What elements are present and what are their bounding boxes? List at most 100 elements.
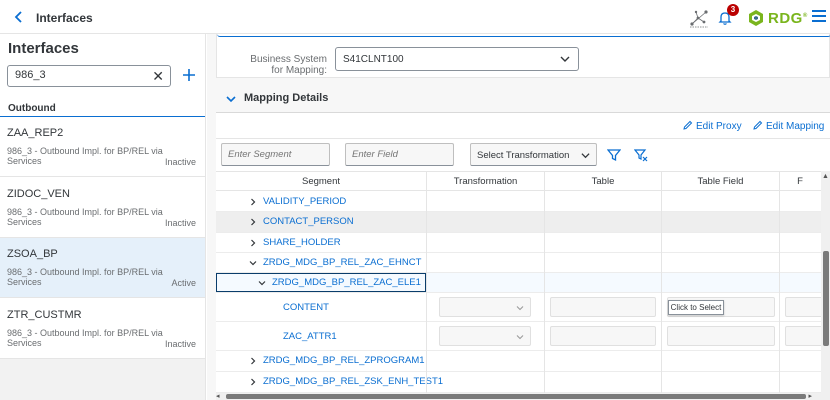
table-row[interactable]: VALIDITY_PERIOD	[216, 192, 830, 212]
segment-label[interactable]: SHARE_HOLDER	[263, 237, 341, 248]
master-list-panel: Interfaces ✕ Outbound ZAA_REP2 986_3 - O…	[0, 34, 206, 400]
scroll-left-icon[interactable]: ◂	[216, 393, 220, 400]
vertical-scroll-thumb[interactable]	[823, 251, 829, 346]
chevron-right-icon[interactable]	[249, 357, 257, 365]
table-row[interactable]: CONTACT_PERSON	[216, 212, 830, 233]
menu-line	[812, 10, 826, 12]
hamburger-menu-button[interactable]	[812, 10, 826, 24]
filter-icon[interactable]	[607, 148, 621, 162]
segment-label[interactable]: ZRDG_MDG_BP_REL_ZAC_ELE1	[272, 277, 421, 288]
segment-label[interactable]: CONTACT_PERSON	[263, 216, 354, 227]
plus-icon	[183, 69, 195, 81]
column-header-table[interactable]: Table	[545, 176, 661, 187]
table-row-selected[interactable]: ZRDG_MDG_BP_REL_ZAC_ELE1	[216, 273, 830, 293]
menu-line	[812, 20, 826, 22]
field-input[interactable]	[785, 297, 825, 317]
chevron-right-icon[interactable]	[249, 239, 257, 247]
transformation-dropdown[interactable]	[439, 297, 531, 317]
chevron-down-icon[interactable]	[249, 259, 257, 267]
section-label-outbound: Outbound	[8, 103, 56, 114]
transformation-select-value: Select Transformation	[477, 150, 570, 161]
notification-badge: 3	[727, 4, 739, 16]
scroll-up-icon[interactable]: ▲	[822, 173, 829, 180]
back-button[interactable]	[12, 9, 26, 25]
transformation-dropdown[interactable]	[439, 326, 531, 346]
mapping-details-title: Mapping Details	[244, 92, 329, 104]
table-input[interactable]	[550, 297, 656, 317]
edit-mapping-label: Edit Mapping	[766, 121, 825, 132]
list-item-name: ZAA_REP2	[7, 127, 64, 139]
segment-filter-field[interactable]	[221, 143, 330, 166]
add-button[interactable]	[181, 65, 197, 85]
column-divider	[426, 171, 427, 393]
chevron-down-icon	[516, 335, 524, 340]
list-item-name: ZTR_CUSTMR	[7, 309, 82, 321]
search-input[interactable]	[15, 69, 145, 81]
list-item[interactable]: ZIDOC_VEN 986_3 - Outbound Impl. for BP/…	[0, 178, 205, 238]
search-field[interactable]: ✕	[7, 65, 171, 87]
list-item-description: 986_3 - Outbound Impl. for BP/REL via Se…	[7, 267, 163, 287]
table-input[interactable]	[550, 326, 656, 346]
logo-text: RDG®	[768, 10, 808, 27]
column-header-table-field[interactable]: Table Field	[662, 176, 779, 187]
horizontal-scrollbar[interactable]: ◂ ▸	[216, 393, 830, 400]
list-item-selected[interactable]: ZSOA_BP 986_3 - Outbound Impl. for BP/RE…	[0, 238, 205, 298]
clear-filter-icon[interactable]	[634, 148, 648, 162]
transformation-select[interactable]: Select Transformation	[470, 143, 597, 166]
business-system-card: Business System for Mapping: S41CLNT100	[216, 34, 830, 78]
horizontal-scroll-thumb[interactable]	[226, 394, 806, 399]
field-label[interactable]: CONTENT	[283, 302, 329, 313]
business-system-label: Business System for Mapping:	[250, 54, 327, 76]
list-item-status: Inactive	[164, 157, 196, 167]
edit-proxy-label: Edit Proxy	[696, 121, 742, 132]
chevron-right-icon[interactable]	[249, 378, 257, 386]
chevron-right-icon[interactable]	[249, 198, 257, 206]
chevron-down-icon	[226, 96, 236, 103]
chevron-down-icon	[560, 56, 570, 62]
card-top-strip	[217, 34, 830, 37]
tooltip: Click to Select	[668, 300, 724, 315]
list-item[interactable]: ZTR_CUSTMR 986_3 - Outbound Impl. for BP…	[0, 299, 205, 359]
field-input[interactable]	[785, 326, 825, 346]
edit-proxy-button[interactable]: Edit Proxy	[683, 120, 742, 132]
logo-trademark: ®	[802, 13, 808, 19]
filter-bar: Select Transformation	[216, 139, 830, 171]
column-header-transformation[interactable]: Transformation	[427, 176, 544, 187]
mapping-table: Segment Transformation Table Table Field…	[216, 171, 830, 393]
segment-label[interactable]: ZRDG_MDG_BP_REL_ZSK_ENH_TEST1	[263, 376, 443, 387]
clear-icon[interactable]: ✕	[152, 68, 164, 84]
table-row[interactable]: SHARE_HOLDER	[216, 233, 830, 253]
edit-mapping-button[interactable]: Edit Mapping	[753, 120, 824, 132]
chevron-down-icon	[581, 153, 590, 159]
menu-line	[812, 15, 826, 17]
field-filter-input[interactable]	[352, 149, 447, 160]
shell-bar: Interfaces 3 RDG®	[0, 0, 830, 34]
mapping-details-header[interactable]: Mapping Details	[216, 84, 830, 114]
master-title: Interfaces	[8, 40, 79, 57]
rdg-logo-icon	[746, 9, 766, 27]
chevron-down-icon[interactable]	[258, 279, 266, 287]
list-item[interactable]: ZAA_REP2 986_3 - Outbound Impl. for BP/R…	[0, 117, 205, 177]
list-item-name: ZSOA_BP	[7, 248, 58, 260]
table-row[interactable]: ZRDG_MDG_BP_REL_ZSK_ENH_TEST1	[216, 372, 830, 393]
table-row[interactable]: ZAC_ATTR1	[216, 322, 830, 351]
segment-label[interactable]: VALIDITY_PERIOD	[263, 196, 346, 207]
chevron-right-icon[interactable]	[249, 218, 257, 226]
column-header-field[interactable]: F	[780, 176, 820, 187]
segment-label[interactable]: ZRDG_MDG_BP_REL_ZAC_EHNCT	[263, 257, 421, 268]
field-label[interactable]: ZAC_ATTR1	[283, 331, 337, 342]
vertical-scrollbar[interactable]: ▲	[821, 171, 830, 393]
table-field-input[interactable]	[667, 326, 775, 346]
list-item-status: Inactive	[164, 218, 196, 228]
segment-label[interactable]: ZRDG_MDG_BP_REL_ZPROGRAM1	[263, 355, 425, 366]
table-row[interactable]: ZRDG_MDG_BP_REL_ZAC_EHNCT	[216, 253, 830, 273]
field-filter-field[interactable]	[345, 143, 454, 166]
segment-filter-input[interactable]	[228, 149, 323, 160]
chevron-left-icon	[14, 11, 22, 23]
scroll-right-icon[interactable]: ▸	[808, 393, 812, 400]
table-row[interactable]: CONTENT	[216, 293, 830, 322]
business-system-select[interactable]: S41CLNT100	[335, 47, 579, 71]
table-row[interactable]: ZRDG_MDG_BP_REL_ZPROGRAM1	[216, 351, 830, 372]
column-header-segment[interactable]: Segment	[216, 176, 426, 187]
network-icon[interactable]	[688, 8, 710, 28]
